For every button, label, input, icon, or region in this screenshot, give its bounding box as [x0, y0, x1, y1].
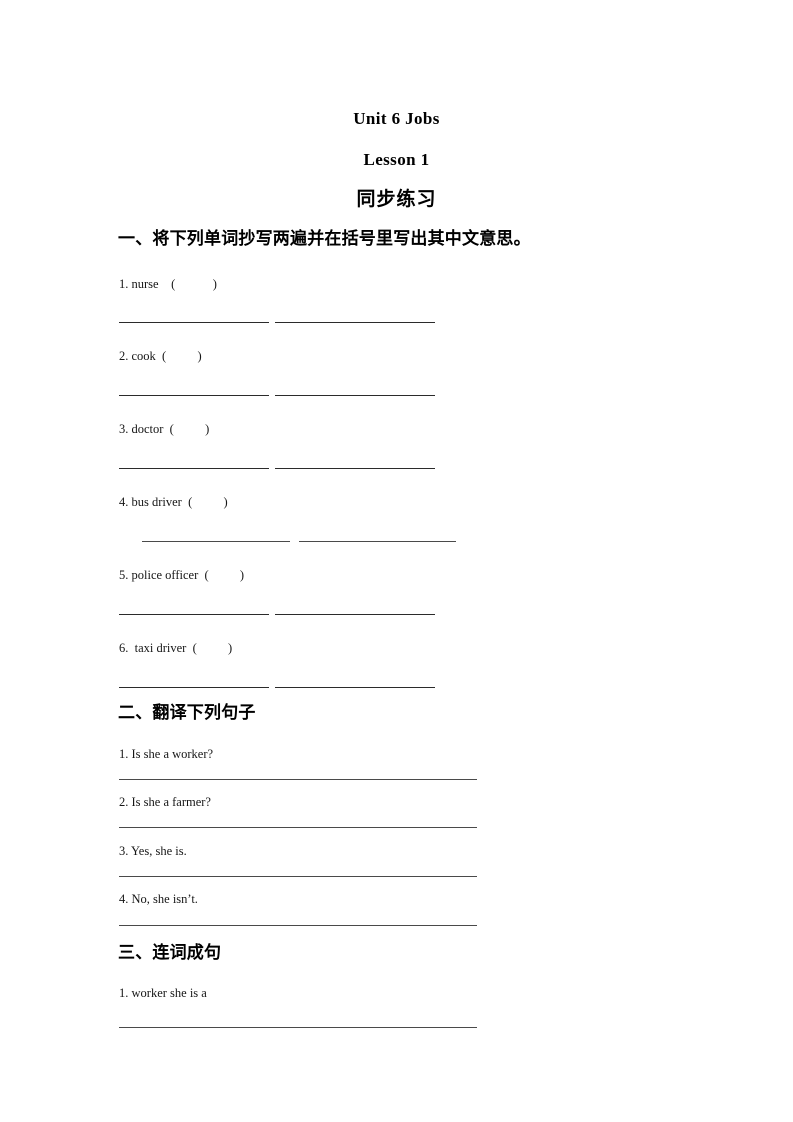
answer-line[interactable] [142, 541, 290, 542]
answer-line[interactable] [119, 322, 269, 323]
answer-line[interactable] [119, 876, 477, 877]
sentence-item-4: 4. No, she isn’t. [119, 892, 198, 906]
word-item-4: 4. bus driver ( ) [119, 495, 228, 509]
section-heading-2: 二、翻译下列句子 [118, 703, 256, 723]
answer-line[interactable] [275, 395, 435, 396]
answer-line[interactable] [275, 614, 435, 615]
answer-line[interactable] [119, 779, 477, 780]
answer-line[interactable] [119, 827, 477, 828]
answer-line[interactable] [299, 541, 456, 542]
word-item-1: 1. nurse ( ) [119, 277, 217, 291]
answer-line[interactable] [119, 1027, 477, 1028]
answer-line[interactable] [119, 614, 269, 615]
answer-line[interactable] [119, 395, 269, 396]
sentence-item-3: 3. Yes, she is. [119, 844, 187, 858]
word-item-3: 3. doctor ( ) [119, 422, 210, 436]
page-title-unit: Unit 6 Jobs [353, 109, 440, 128]
sentence-item-2: 2. Is she a farmer? [119, 795, 211, 809]
answer-line[interactable] [119, 468, 269, 469]
section-heading-1: 一、将下列单词抄写两遍并在括号里写出其中文意思。 [118, 229, 531, 249]
page-title-lesson: Lesson 1 [363, 150, 430, 169]
word-item-2: 2. cook ( ) [119, 349, 202, 363]
sentence-item-1: 1. Is she a worker? [119, 747, 214, 761]
section-heading-3: 三、连词成句 [118, 943, 222, 963]
worksheet-page: Unit 6 Jobs Lesson 1 同步练习 一、将下列单词抄写两遍并在括… [0, 0, 793, 1122]
word-item-5: 5. police officer ( ) [119, 568, 245, 582]
answer-line[interactable] [275, 468, 435, 469]
page-title-chinese: 同步练习 [356, 188, 437, 210]
answer-line[interactable] [119, 687, 269, 688]
word-order-item-1: 1. worker she is a [119, 986, 207, 1000]
word-item-6: 6. taxi driver ( ) [119, 641, 233, 655]
answer-line[interactable] [119, 925, 477, 926]
answer-line[interactable] [275, 322, 435, 323]
answer-line[interactable] [275, 687, 435, 688]
